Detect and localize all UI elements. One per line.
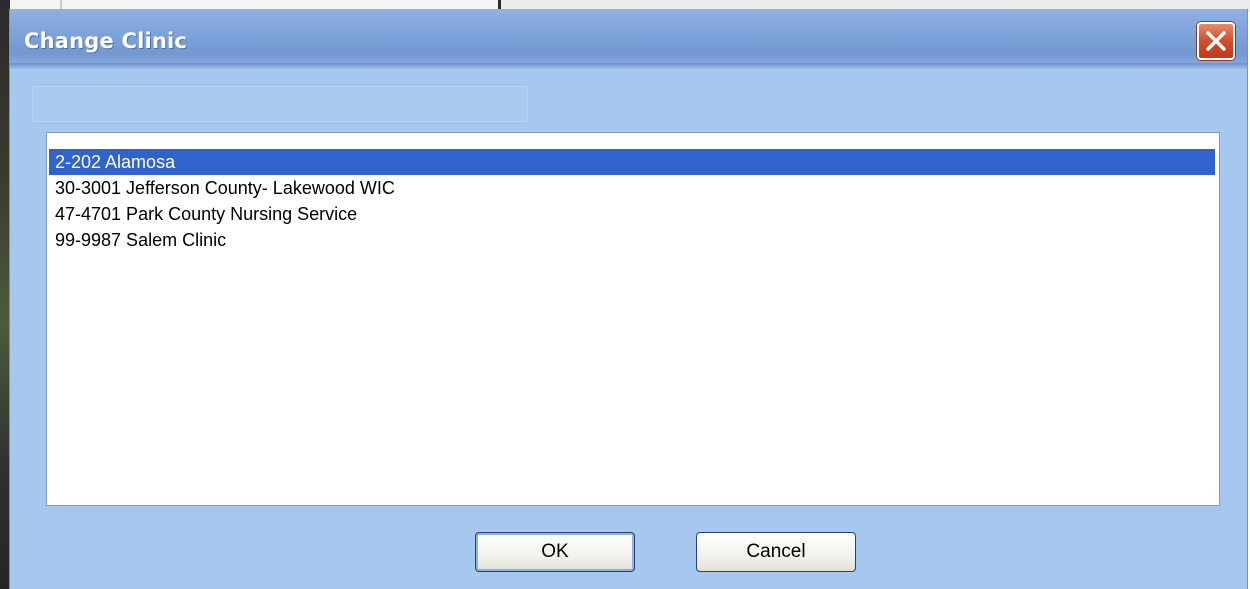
close-icon	[1206, 31, 1226, 51]
list-item-park-county[interactable]: 47-4701 Park County Nursing Service	[49, 201, 1215, 227]
dialog-title-bar[interactable]: Change Clinic	[10, 9, 1247, 69]
list-item-jefferson-county[interactable]: 30-3001 Jefferson County- Lakewood WIC	[49, 175, 1215, 201]
cancel-button[interactable]: Cancel	[696, 532, 856, 572]
close-button[interactable]	[1197, 22, 1235, 60]
list-item-salem-clinic[interactable]: 99-9987 Salem Clinic	[49, 227, 1215, 253]
clinic-filter-field	[32, 86, 528, 122]
dialog-title: Change Clinic	[24, 29, 188, 53]
clinic-listbox[interactable]: 2-202 Alamosa 30-3001 Jefferson County- …	[46, 132, 1220, 506]
ok-button[interactable]: OK	[475, 532, 635, 572]
list-item-alamosa[interactable]: 2-202 Alamosa	[49, 149, 1215, 175]
change-clinic-dialog: Change Clinic 2-202 Alamosa 30-3001 Jeff…	[9, 9, 1248, 589]
